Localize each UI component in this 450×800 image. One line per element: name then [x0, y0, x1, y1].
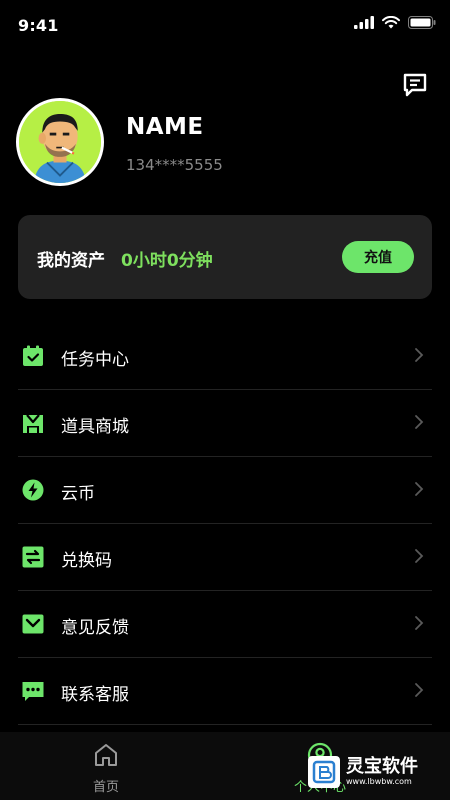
avatar[interactable] [16, 98, 104, 186]
watermark-subtitle: www.lbwbw.com [346, 777, 412, 786]
menu-item-feedback[interactable]: 意见反馈 [18, 591, 432, 658]
menu-item-label: 云币 [61, 484, 95, 504]
chevron-right-icon [415, 616, 424, 630]
status-time: 9:41 [18, 16, 59, 35]
store-icon [22, 412, 44, 434]
menu-list: 任务中心 道具商城 云币 兑换码 意见反馈 联系客服 [18, 323, 432, 725]
menu-item-cloud-coin[interactable]: 云币 [18, 457, 432, 524]
user-name: NAME [126, 114, 204, 140]
chevron-right-icon [415, 549, 424, 563]
home-icon [95, 744, 117, 766]
user-phone: 134****5555 [126, 156, 223, 174]
profile-section: NAME 134****5555 [16, 98, 436, 190]
menu-item-item-store[interactable]: 道具商城 [18, 390, 432, 457]
signal-icon [354, 16, 374, 29]
menu-item-label: 意见反馈 [61, 618, 129, 638]
assets-value: 0小时0分钟 [121, 251, 213, 271]
watermark: 灵宝软件 www.lbwbw.com [308, 750, 444, 794]
menu-item-label: 道具商城 [61, 417, 129, 437]
menu-item-redeem-code[interactable]: 兑换码 [18, 524, 432, 591]
exchange-icon [22, 546, 44, 568]
coin-icon [22, 479, 44, 501]
nav-label-home: 首页 [92, 780, 119, 795]
recharge-button[interactable]: 充值 [342, 241, 414, 273]
service-icon [22, 680, 44, 702]
status-bar: 9:41 [0, 0, 450, 52]
menu-item-label: 联系客服 [61, 685, 129, 705]
assets-label: 我的资产 [37, 251, 105, 271]
menu-item-task-center[interactable]: 任务中心 [18, 323, 432, 390]
message-icon[interactable] [402, 72, 428, 98]
chevron-right-icon [415, 348, 424, 362]
task-icon [22, 345, 44, 367]
chevron-right-icon [415, 482, 424, 496]
watermark-logo-icon [308, 756, 340, 788]
chevron-right-icon [415, 683, 424, 697]
wifi-icon [382, 16, 400, 29]
assets-card: 我的资产 0小时0分钟 充值 [18, 215, 432, 299]
menu-item-label: 任务中心 [61, 350, 129, 370]
feedback-icon [22, 613, 44, 635]
chevron-right-icon [415, 415, 424, 429]
battery-icon [408, 16, 436, 29]
menu-item-label: 兑换码 [61, 551, 112, 571]
status-icons [354, 16, 436, 29]
menu-item-contact-support[interactable]: 联系客服 [18, 658, 432, 725]
watermark-title: 灵宝软件 [346, 756, 418, 777]
nav-tab-home[interactable]: 首页 [56, 740, 156, 798]
